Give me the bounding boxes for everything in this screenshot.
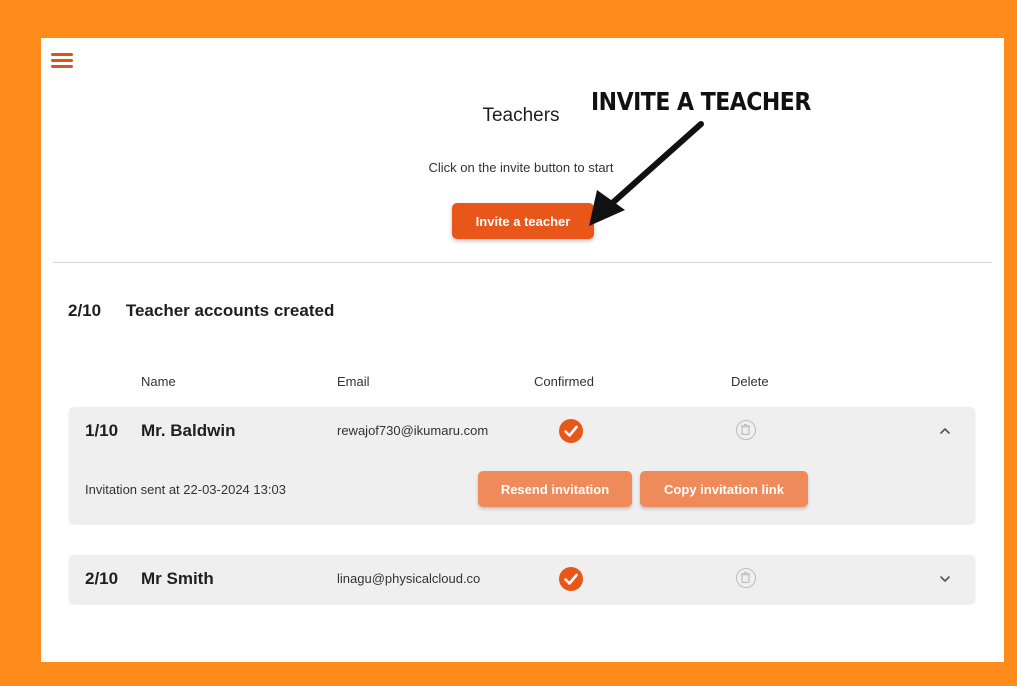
teacher-email: linagu@physicalcloud.co [337,571,481,586]
check-circle-icon [559,567,583,591]
trash-icon[interactable] [736,420,756,440]
chevron-up-icon[interactable] [937,423,953,439]
chevron-down-icon[interactable] [937,571,953,587]
teacher-index: 1/10 [85,421,119,440]
column-header-name: Name [141,374,176,389]
trash-icon[interactable] [736,568,756,588]
teacher-row-expanded[interactable]: 1/10 Mr. Baldwin rewajof730@ikumaru.com … [69,407,975,523]
teacher-name: Mr Smith [141,569,214,588]
menu-bar [51,53,73,56]
invite-teacher-button[interactable]: Invite a teacher [452,203,594,239]
teacher-index: 2/10 [85,569,119,588]
column-header-confirmed: Confirmed [534,374,594,389]
copy-invitation-link-button[interactable]: Copy invitation link [640,471,808,507]
app-frame: Teachers Click on the invite button to s… [41,38,1004,662]
menu-bar [51,59,73,62]
accounts-summary: 2/10 Teacher accounts created [68,301,334,321]
hamburger-menu-icon[interactable] [51,52,73,69]
menu-bar [51,65,73,68]
invite-hint: Click on the invite button to start [428,160,614,175]
invitation-sent-text: Invitation sent at 22-03-2024 13:03 [85,482,286,497]
column-header-email: Email [337,374,370,389]
teacher-name: Mr. Baldwin [141,421,236,440]
resend-invitation-button[interactable]: Resend invitation [478,471,632,507]
teacher-row-collapsed[interactable]: 2/10 Mr Smith linagu@physicalcloud.co [69,555,975,603]
accounts-count: 2/10 [68,301,102,320]
callout-label: INVITE A TEACHER [591,88,811,117]
column-header-delete: Delete [731,374,769,389]
section-divider [53,262,992,263]
teacher-email: rewajof730@ikumaru.com [337,423,489,438]
check-circle-icon [559,419,583,443]
accounts-label: Teacher accounts created [125,301,335,320]
